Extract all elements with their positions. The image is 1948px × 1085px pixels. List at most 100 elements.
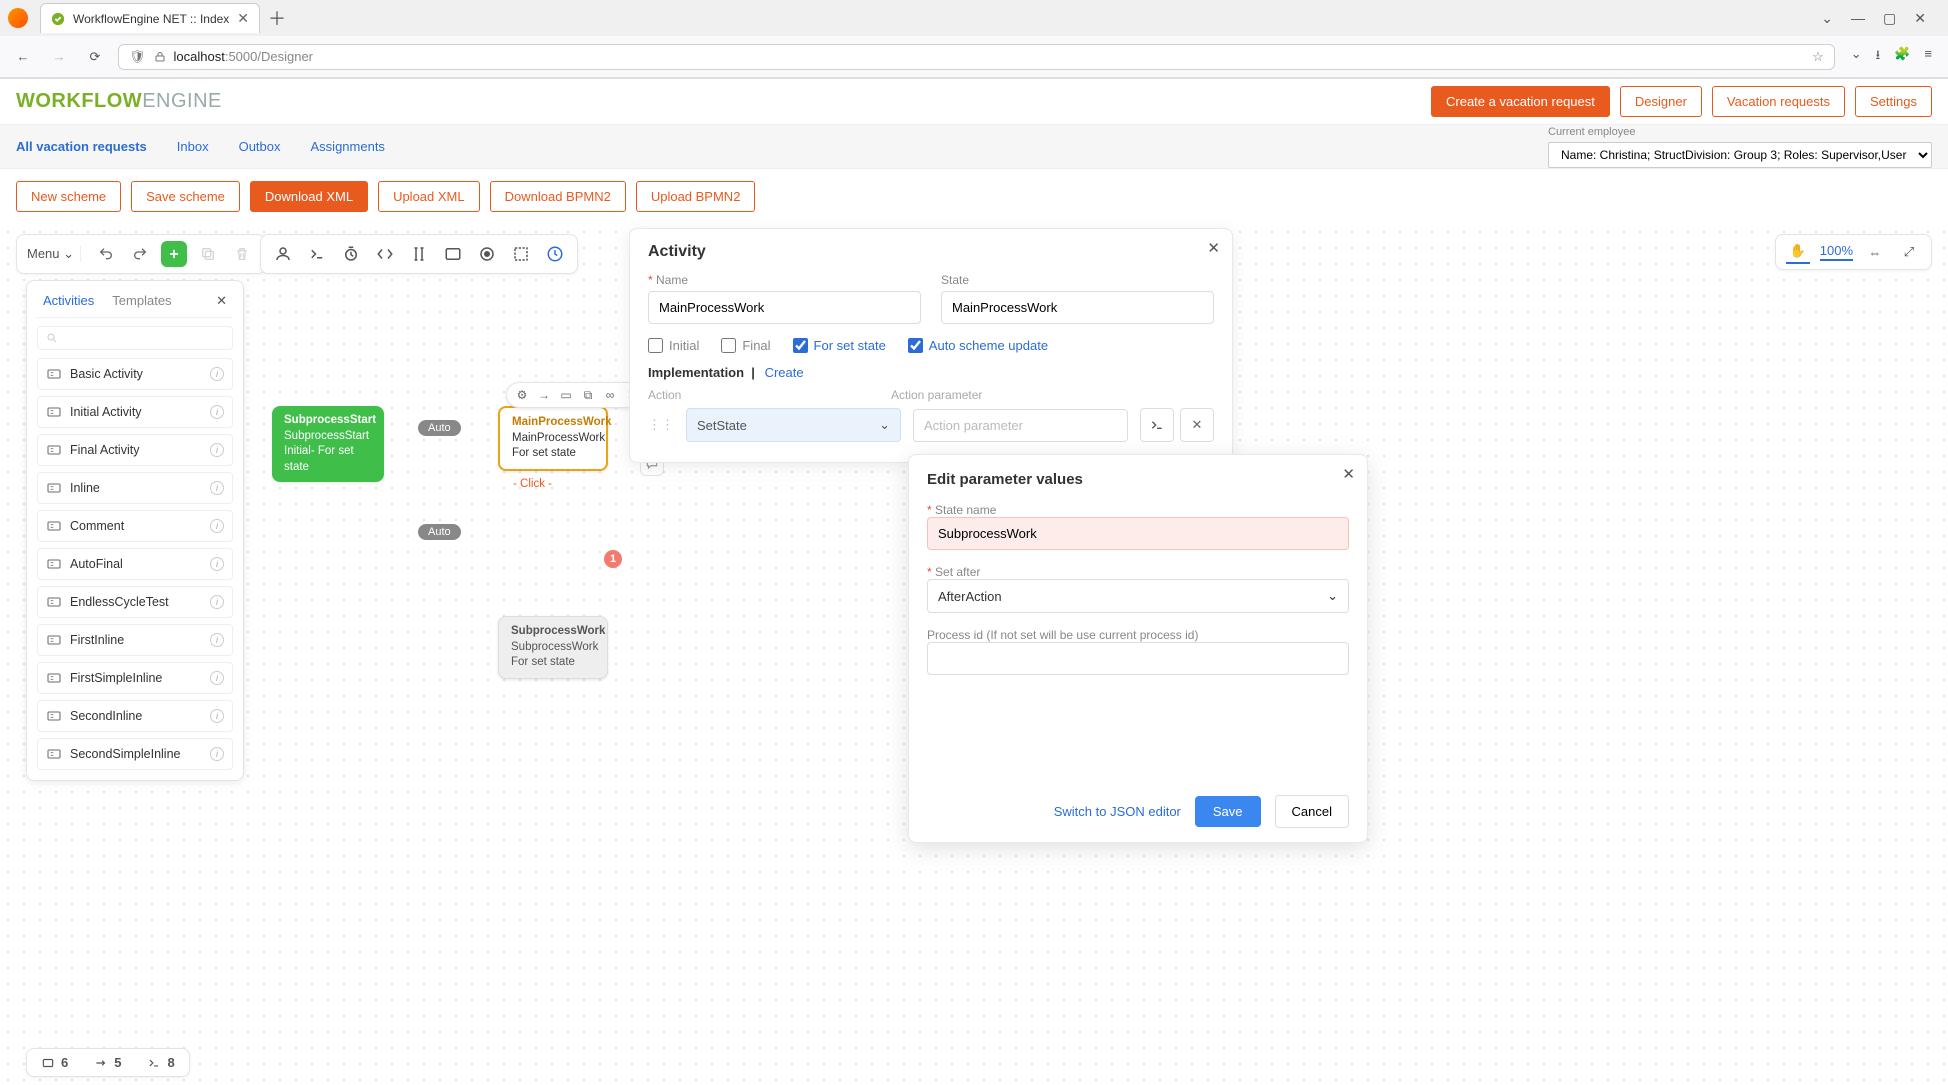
reload-icon[interactable]: ⟳: [82, 44, 108, 70]
node-inline-icon[interactable]: ▭: [557, 386, 575, 404]
info-icon[interactable]: i: [210, 709, 224, 723]
chk-final[interactable]: Final: [721, 338, 770, 353]
action-select[interactable]: SetState⌄: [686, 408, 901, 442]
remove-action-button[interactable]: ✕: [1180, 408, 1214, 442]
chk-initial[interactable]: Initial: [648, 338, 699, 353]
palette-item[interactable]: SecondInlinei: [37, 700, 233, 732]
node-link-icon[interactable]: ∞: [601, 386, 619, 404]
palette-item[interactable]: SecondSimpleInlinei: [37, 738, 233, 770]
employee-select[interactable]: Name: Christina; StructDivision: Group 3…: [1548, 142, 1932, 168]
subpanel-close-icon[interactable]: ✕: [1342, 465, 1355, 483]
processinfo-icon[interactable]: [473, 240, 501, 268]
timers-icon[interactable]: [337, 240, 365, 268]
minimize-icon[interactable]: —: [1851, 10, 1865, 27]
upload-xml-button[interactable]: Upload XML: [378, 181, 480, 212]
download-bpmn-button[interactable]: Download BPMN2: [490, 181, 626, 212]
nav-outbox[interactable]: Outbox: [239, 139, 281, 154]
pan-icon[interactable]: ✋: [1786, 240, 1810, 264]
menu-dropdown[interactable]: Menu ⌄: [27, 246, 81, 262]
commands-icon[interactable]: [303, 240, 331, 268]
vacation-requests-button[interactable]: Vacation requests: [1712, 86, 1845, 117]
node-arrow-icon[interactable]: →: [535, 386, 553, 404]
info-icon[interactable]: i: [210, 633, 224, 647]
undo-icon[interactable]: [93, 241, 119, 267]
info-icon[interactable]: i: [210, 671, 224, 685]
node-subprocess-start[interactable]: SubprocessStart SubprocessStart Initial-…: [272, 406, 384, 482]
close-window-icon[interactable]: ✕: [1914, 10, 1926, 27]
panel-close-icon[interactable]: ✕: [1207, 239, 1220, 257]
back-icon[interactable]: ←: [10, 44, 36, 70]
nav-inbox[interactable]: Inbox: [177, 139, 209, 154]
info-icon[interactable]: i: [210, 519, 224, 533]
zoom-percent[interactable]: 100%: [1820, 243, 1853, 261]
palette-item[interactable]: FirstInlinei: [37, 624, 233, 656]
codeactions-icon[interactable]: [371, 240, 399, 268]
palette-item[interactable]: AutoFinali: [37, 548, 233, 580]
action-param-input[interactable]: Action parameter: [913, 409, 1128, 442]
chevron-down-icon[interactable]: ⌄: [1821, 10, 1833, 27]
browser-tab[interactable]: WorkflowEngine NET :: Index ✕: [40, 3, 260, 33]
palette-item[interactable]: Basic Activityi: [37, 358, 233, 390]
state-input[interactable]: [941, 291, 1214, 324]
palette-item[interactable]: FirstSimpleInlinei: [37, 662, 233, 694]
palette-item[interactable]: Commenti: [37, 510, 233, 542]
node-copy-icon[interactable]: ⧉: [579, 386, 597, 404]
info-icon[interactable]: i: [210, 595, 224, 609]
new-tab-button[interactable]: ＋: [264, 5, 290, 31]
pocket-icon[interactable]: ⌄: [1851, 46, 1862, 68]
add-icon[interactable]: [161, 241, 187, 267]
palette-item[interactable]: EndlessCycleTesti: [37, 586, 233, 618]
save-scheme-button[interactable]: Save scheme: [131, 181, 240, 212]
info-icon[interactable]: i: [210, 747, 224, 761]
node-settings-icon[interactable]: ⚙: [513, 386, 531, 404]
setafter-select[interactable]: AfterAction⌄: [927, 579, 1349, 613]
save-button[interactable]: Save: [1195, 796, 1261, 827]
drag-handle-icon[interactable]: ⋮⋮: [648, 417, 674, 433]
nav-all-requests[interactable]: All vacation requests: [16, 139, 147, 154]
palette-item[interactable]: Inlinei: [37, 472, 233, 504]
edit-param-button[interactable]: [1140, 408, 1174, 442]
redo-icon[interactable]: [127, 241, 153, 267]
upload-bpmn-button[interactable]: Upload BPMN2: [636, 181, 756, 212]
delete-icon[interactable]: [229, 241, 255, 267]
palette-item[interactable]: Final Activityi: [37, 434, 233, 466]
cancel-button[interactable]: Cancel: [1275, 795, 1349, 828]
tab-close-icon[interactable]: ✕: [237, 10, 249, 27]
info-icon[interactable]: i: [210, 481, 224, 495]
info-icon[interactable]: i: [210, 405, 224, 419]
nav-assignments[interactable]: Assignments: [311, 139, 385, 154]
localization-icon[interactable]: [439, 240, 467, 268]
copy-icon[interactable]: [195, 241, 221, 267]
bookmark-star-icon[interactable]: ☆: [1812, 49, 1824, 65]
maximize-icon[interactable]: ▢: [1883, 10, 1896, 27]
url-bar[interactable]: 🛡 localhost:5000/Designer ☆: [118, 44, 1835, 70]
tab-templates[interactable]: Templates: [112, 293, 171, 309]
new-scheme-button[interactable]: New scheme: [16, 181, 121, 212]
palette-search[interactable]: [37, 326, 233, 350]
parameters-icon[interactable]: [405, 240, 433, 268]
statename-input[interactable]: [927, 517, 1349, 550]
extensions-icon[interactable]: 🧩: [1894, 46, 1910, 68]
info-icon[interactable]: i: [210, 367, 224, 381]
create-implementation-link[interactable]: Create: [765, 365, 804, 380]
menu-icon[interactable]: ≡: [1924, 46, 1932, 68]
node-subprocesswork[interactable]: SubprocessWork SubprocessWork For set st…: [498, 616, 608, 679]
chk-autoscheme[interactable]: Auto scheme update: [908, 338, 1048, 353]
palette-close-icon[interactable]: ✕: [216, 293, 227, 309]
settings-button[interactable]: Settings: [1855, 86, 1932, 117]
name-input[interactable]: [648, 291, 921, 324]
tab-activities[interactable]: Activities: [43, 293, 94, 309]
procid-input[interactable]: [927, 642, 1349, 675]
forward-icon[interactable]: →: [46, 44, 72, 70]
auto-pill-1[interactable]: Auto: [418, 420, 461, 436]
downloads-icon[interactable]: ⭳: [1876, 46, 1881, 68]
history-icon[interactable]: [541, 240, 569, 268]
chk-forsetstate[interactable]: For set state: [793, 338, 886, 353]
palette-item[interactable]: Initial Activityi: [37, 396, 233, 428]
info-icon[interactable]: i: [210, 557, 224, 571]
actors-icon[interactable]: [269, 240, 297, 268]
node-mainprocesswork[interactable]: MainProcessWork MainProcessWork For set …: [498, 406, 608, 471]
download-xml-button[interactable]: Download XML: [250, 181, 368, 212]
fit-width-icon[interactable]: ⇔: [1863, 240, 1887, 264]
create-vacation-button[interactable]: Create a vacation request: [1431, 86, 1610, 117]
